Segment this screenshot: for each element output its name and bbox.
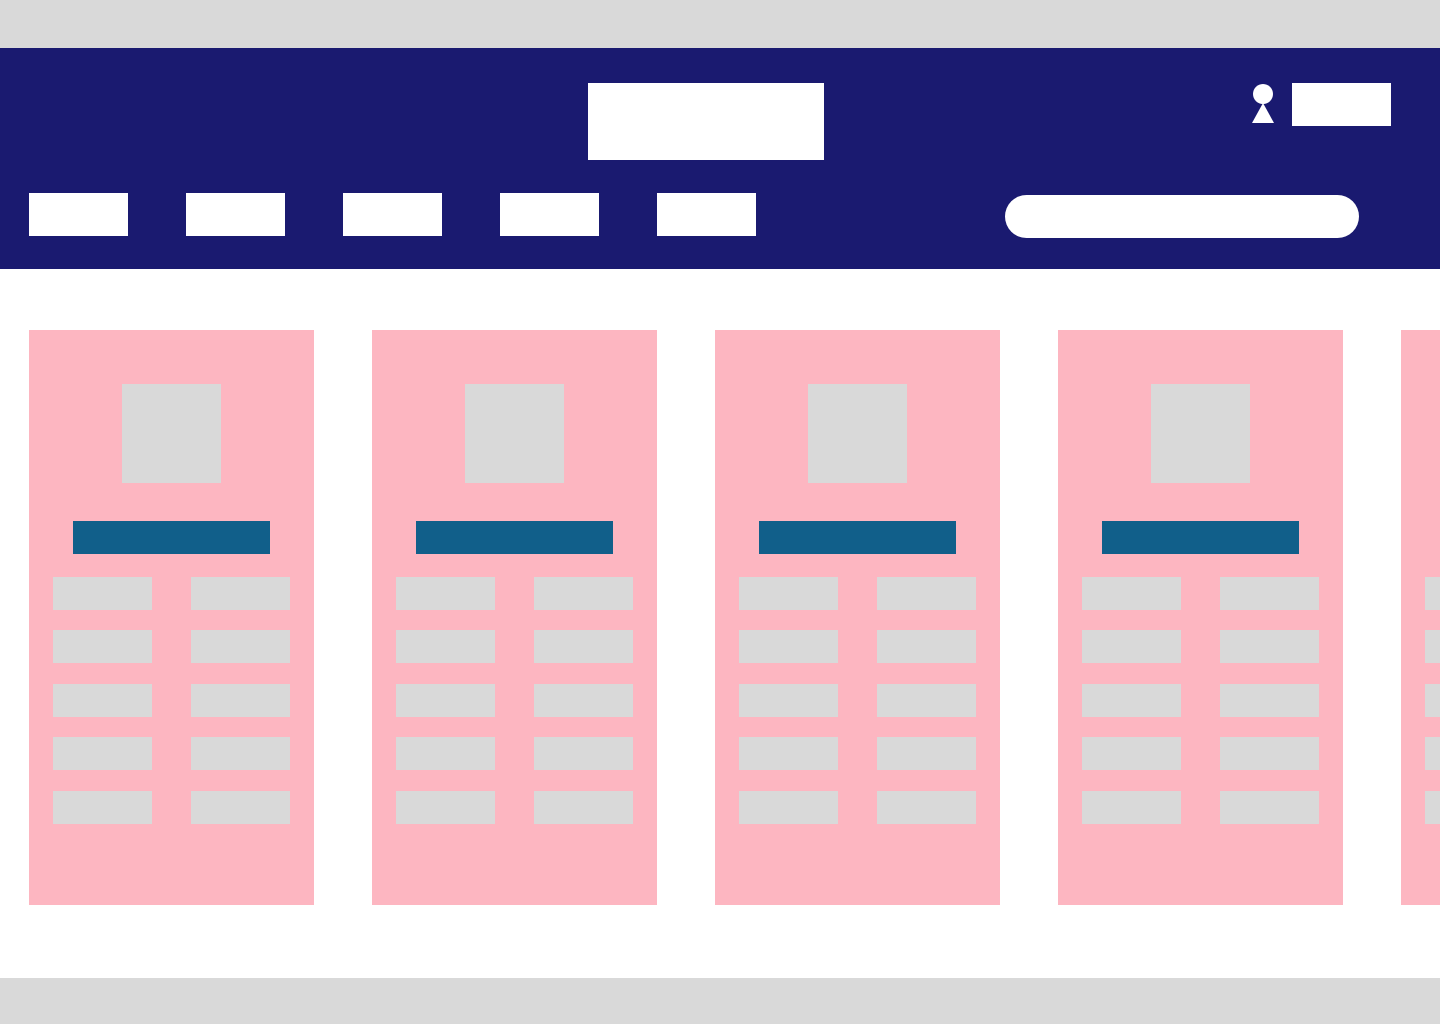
card-image[interactable] — [808, 384, 907, 483]
card-field — [1082, 577, 1181, 610]
logo[interactable] — [588, 83, 824, 160]
card-field — [1082, 737, 1181, 770]
nav-item-3[interactable] — [343, 193, 442, 236]
card-field — [53, 630, 152, 663]
card-field — [1220, 630, 1319, 663]
card-field — [53, 791, 152, 824]
card-title[interactable] — [416, 521, 613, 554]
card-field — [877, 791, 976, 824]
card-field — [191, 577, 290, 610]
account-button[interactable] — [1292, 83, 1391, 126]
card-field — [53, 684, 152, 717]
card-field — [534, 684, 633, 717]
card-image[interactable] — [1151, 384, 1250, 483]
card-field — [739, 737, 838, 770]
card-field — [1425, 737, 1440, 770]
card-field — [534, 791, 633, 824]
card-title[interactable] — [759, 521, 956, 554]
card-image[interactable] — [122, 384, 221, 483]
card-field — [1220, 684, 1319, 717]
card-field — [877, 577, 976, 610]
card-field — [739, 630, 838, 663]
product-card-partial[interactable] — [1401, 330, 1440, 905]
card-field — [739, 577, 838, 610]
user-icon-body — [1252, 103, 1274, 123]
card-field — [53, 577, 152, 610]
product-card[interactable] — [372, 330, 657, 905]
card-field — [1220, 791, 1319, 824]
card-field — [1082, 684, 1181, 717]
card-field — [191, 630, 290, 663]
site-header — [0, 48, 1440, 269]
card-field — [191, 737, 290, 770]
nav-item-2[interactable] — [186, 193, 285, 236]
card-field — [739, 791, 838, 824]
card-field — [877, 630, 976, 663]
user-icon-head — [1253, 84, 1273, 104]
card-field — [191, 791, 290, 824]
product-card[interactable] — [1058, 330, 1343, 905]
card-image[interactable] — [465, 384, 564, 483]
card-title[interactable] — [1102, 521, 1299, 554]
card-field — [396, 630, 495, 663]
card-field — [877, 684, 976, 717]
user-icon[interactable] — [1251, 83, 1275, 123]
card-field — [1425, 791, 1440, 824]
card-field — [739, 684, 838, 717]
card-field — [1220, 737, 1319, 770]
card-field — [396, 791, 495, 824]
top-strip — [0, 0, 1440, 48]
product-card[interactable] — [715, 330, 1000, 905]
card-field — [53, 737, 152, 770]
card-title[interactable] — [73, 521, 270, 554]
card-field — [877, 737, 976, 770]
card-field — [1220, 577, 1319, 610]
card-field — [1425, 630, 1440, 663]
nav-item-5[interactable] — [657, 193, 756, 236]
card-field — [534, 630, 633, 663]
footer-strip — [0, 978, 1440, 1024]
card-field — [396, 684, 495, 717]
nav-item-4[interactable] — [500, 193, 599, 236]
card-field — [1425, 577, 1440, 610]
card-field — [396, 577, 495, 610]
card-field — [1082, 791, 1181, 824]
card-field — [1425, 684, 1440, 717]
search-input[interactable] — [1005, 195, 1359, 238]
card-field — [1082, 630, 1181, 663]
product-card[interactable] — [29, 330, 314, 905]
card-field — [534, 737, 633, 770]
nav-item-1[interactable] — [29, 193, 128, 236]
card-field — [191, 684, 290, 717]
card-field — [396, 737, 495, 770]
card-field — [534, 577, 633, 610]
